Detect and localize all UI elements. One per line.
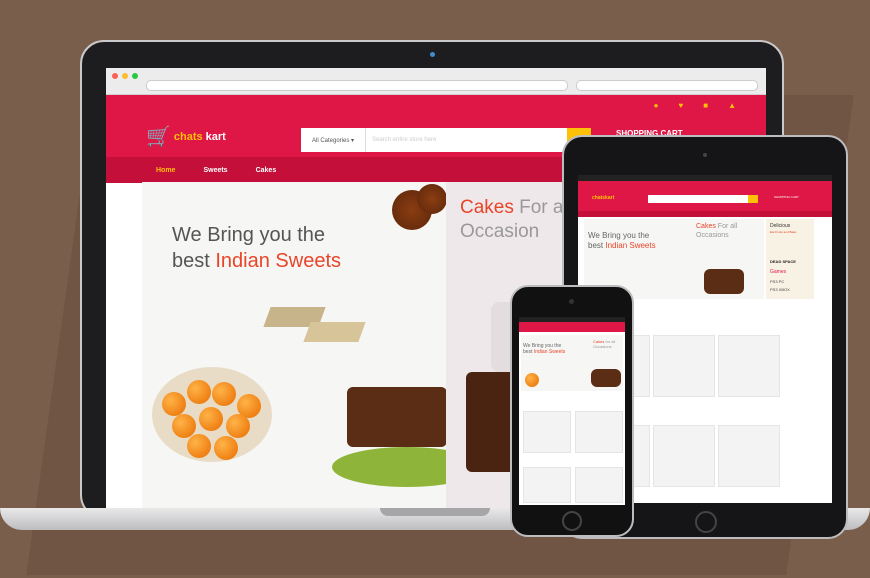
phone-mockup: We Bring you the best Indian Sweets Cake… xyxy=(510,285,634,537)
phone-hero[interactable]: We Bring you the best Indian Sweets Cake… xyxy=(521,335,623,391)
user-icon[interactable]: ● xyxy=(654,101,659,110)
cakes-heading: Cakes For a Occasion xyxy=(460,196,563,244)
tablet-hero-line1: We Bring you the xyxy=(588,231,650,240)
tablet-game-title-4: PS3 XBOX xyxy=(770,287,790,292)
camera-icon xyxy=(430,52,435,57)
maximize-icon[interactable] xyxy=(132,73,138,79)
phone-cakes-heading: Cakes for all Occasions xyxy=(593,339,615,349)
phone-cake-image xyxy=(591,369,621,387)
tablet-logo[interactable]: chatskart xyxy=(592,195,614,201)
hero-line1: We Bring you the xyxy=(172,224,326,246)
ladoo xyxy=(187,434,211,458)
tablet-cakes-rest: For all xyxy=(715,223,738,230)
phone-header xyxy=(519,322,625,332)
tablet-side-title: Delicious xyxy=(770,223,791,229)
cart-icon: 🛒 xyxy=(146,126,171,148)
browser-toolbar xyxy=(106,68,766,95)
header-icons: ● ♥ ■ ▲ xyxy=(654,101,736,110)
barfi-image-2 xyxy=(303,322,366,342)
browser-search-bar[interactable] xyxy=(576,80,758,91)
logo-text-part1: chats xyxy=(173,131,203,143)
phone-ladoo-image xyxy=(525,373,539,387)
laptop-notch xyxy=(380,508,490,516)
tablet-header: chatskart SHOPPING CART xyxy=(578,181,832,211)
window-controls xyxy=(112,73,138,79)
phone-product-card[interactable] xyxy=(575,467,623,503)
cakes-highlight: Cakes xyxy=(460,197,514,218)
tablet-camera-icon xyxy=(703,153,707,157)
site-search: All Categories ▾ Search entire store her… xyxy=(301,128,591,152)
gift-icon[interactable]: ■ xyxy=(703,101,708,110)
tablet-cakes-highlight: Cakes xyxy=(696,223,716,230)
tablet-cart-label[interactable]: SHOPPING CART xyxy=(774,195,799,199)
tablet-cakes-line2: Occasions xyxy=(696,232,729,239)
hero-highlight: Indian Sweets xyxy=(215,250,341,272)
phone-screen: We Bring you the best Indian Sweets Cake… xyxy=(519,317,625,505)
close-icon[interactable] xyxy=(112,73,118,79)
tablet-game-title-3: PS3 PC xyxy=(770,279,785,284)
ladoo xyxy=(226,414,250,438)
ladoo xyxy=(162,392,186,416)
phone-product-card[interactable] xyxy=(523,411,571,453)
nav-item-home[interactable]: Home xyxy=(156,167,175,174)
tablet-cake-image xyxy=(704,269,744,294)
tablet-search-input[interactable] xyxy=(648,195,758,203)
hero-heading: We Bring you the best Indian Sweets xyxy=(172,222,341,274)
nav-item-sweets[interactable]: Sweets xyxy=(203,167,227,174)
ladoo xyxy=(214,436,238,460)
address-bar[interactable] xyxy=(146,80,568,91)
tablet-product-card[interactable] xyxy=(653,425,715,487)
tablet-product-card[interactable] xyxy=(653,335,715,397)
cakes-line2: Occasion xyxy=(460,221,540,242)
gulab-jamun-image-2 xyxy=(417,184,447,214)
tablet-hero-highlight: Indian Sweets xyxy=(605,241,656,250)
hero-banner-sweets[interactable]: We Bring you the best Indian Sweets xyxy=(142,182,482,508)
site-logo[interactable]: 🛒 chats kart xyxy=(146,127,226,147)
phone-camera-icon xyxy=(569,299,574,304)
chocolate-cake-slice-image xyxy=(347,387,447,447)
tablet-nav xyxy=(578,211,832,217)
tablet-search-button[interactable] xyxy=(748,195,758,203)
tablet-side-banner[interactable]: Delicious Eat Fruits and Bake DEAD SPACE… xyxy=(766,219,814,299)
nav-item-cakes[interactable]: Cakes xyxy=(256,167,277,174)
ladoo xyxy=(199,407,223,431)
tablet-game-title-1: DEAD SPACE xyxy=(770,259,796,264)
heart-icon[interactable]: ♥ xyxy=(678,101,683,110)
hero-line2-prefix: best xyxy=(172,250,216,272)
tablet-product-card[interactable] xyxy=(718,425,780,487)
phone-cakes-line2: Occasions xyxy=(593,344,612,349)
category-select[interactable]: All Categories ▾ xyxy=(301,128,366,152)
phone-home-button[interactable] xyxy=(562,511,582,531)
phone-hero-line2-prefix: best xyxy=(523,349,534,355)
lock-icon[interactable]: ▲ xyxy=(728,101,736,110)
search-input[interactable]: Search entire store here xyxy=(366,128,567,152)
phone-product-card[interactable] xyxy=(523,467,571,503)
tablet-game-title-2: Games xyxy=(770,269,787,275)
tablet-hero-heading: We Bring you the best Indian Sweets xyxy=(588,231,656,251)
tablet-side-subtitle: Eat Fruits and Bake xyxy=(770,230,797,234)
minimize-icon[interactable] xyxy=(122,73,128,79)
phone-hero-heading: We Bring you the best Indian Sweets xyxy=(523,343,565,355)
logo-text-part2: kart xyxy=(205,131,226,143)
cakes-line1-rest: For a xyxy=(513,197,564,218)
phone-product-card[interactable] xyxy=(575,411,623,453)
ladoo xyxy=(172,414,196,438)
ladoo xyxy=(212,382,236,406)
tablet-product-card[interactable] xyxy=(718,335,780,397)
tablet-cakes-heading: Cakes For all Occasions xyxy=(696,222,737,240)
tablet-hero-line2-prefix: best xyxy=(588,241,606,250)
phone-hero-highlight: Indian Sweets xyxy=(533,349,566,355)
ladoo xyxy=(187,380,211,404)
tablet-home-button[interactable] xyxy=(695,511,717,533)
